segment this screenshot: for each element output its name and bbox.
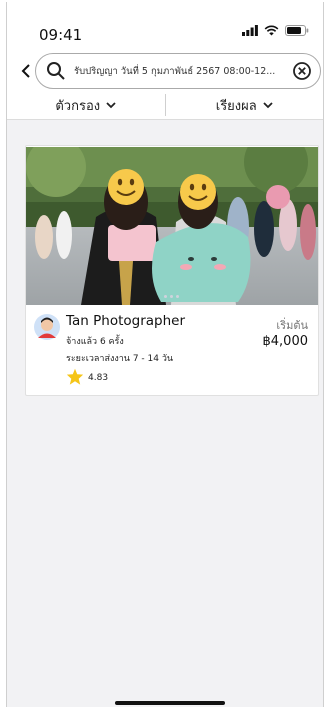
- chevron-down-icon: [263, 101, 273, 108]
- chevron-down-icon: [106, 101, 116, 108]
- chevron-left-icon: [21, 64, 30, 78]
- filter-button[interactable]: ตัวกรอง: [7, 92, 165, 118]
- face-emoji-icon: [180, 174, 216, 210]
- wifi-icon: [264, 25, 279, 36]
- photographer-card[interactable]: Tan Photographer จ้างแล้ว 6 ครั้ง ระยะเว…: [25, 145, 319, 396]
- face-emoji-icon: [108, 169, 144, 205]
- search-icon: [47, 62, 65, 80]
- carousel-dot: [176, 295, 179, 298]
- listing-photo: [26, 147, 318, 305]
- battery-icon: [285, 25, 309, 36]
- home-indicator[interactable]: [115, 701, 225, 705]
- search-input[interactable]: รับปริญญา วันที่ 5 กุมภาพันธ์ 2567 08:00…: [35, 53, 321, 89]
- carousel-dot: [164, 295, 167, 298]
- star-icon: [66, 368, 84, 385]
- phone-screen: 09:41 รับปริญญา วันที่ 5 กุมภาพันธ์ 2567…: [6, 2, 324, 707]
- sort-button[interactable]: เรียงผล: [166, 92, 324, 118]
- rating-value: 4.83: [88, 373, 109, 383]
- status-icons: [242, 25, 309, 36]
- filter-label: ตัวกรอง: [55, 98, 101, 114]
- filter-sort-bar: ตัวกรอง เรียงผล: [7, 92, 323, 118]
- signal-icon: [242, 25, 258, 36]
- back-button[interactable]: [17, 59, 35, 83]
- search-row: รับปริญญา วันที่ 5 กุมภาพันธ์ 2567 08:00…: [17, 51, 321, 91]
- carousel-dot: [170, 295, 173, 298]
- avatar: [34, 314, 60, 340]
- starting-price: ฿4,000: [262, 334, 309, 349]
- sort-label: เรียงผล: [215, 98, 257, 114]
- delivery-time: ระยะเวลาส่งงาน 7 - 14 วัน: [66, 354, 174, 364]
- photographer-name: Tan Photographer: [66, 313, 186, 329]
- clear-icon[interactable]: [292, 61, 312, 81]
- hire-count: จ้างแล้ว 6 ครั้ง: [66, 337, 124, 347]
- carousel-dots[interactable]: [164, 295, 179, 298]
- search-query: รับปริญญา วันที่ 5 กุมภาพันธ์ 2567 08:00…: [74, 66, 276, 77]
- top-bar: 09:41 รับปริญญา วันที่ 5 กุมภาพันธ์ 2567…: [7, 2, 323, 120]
- status-time: 09:41: [39, 26, 83, 44]
- starting-price-label: เริ่มต้น: [276, 319, 308, 332]
